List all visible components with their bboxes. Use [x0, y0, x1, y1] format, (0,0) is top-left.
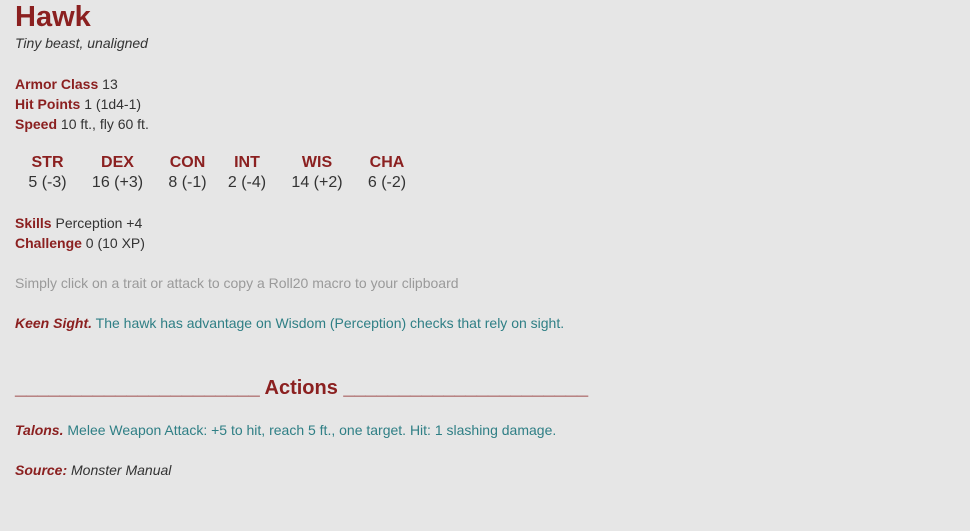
trait-keen-sight[interactable]: Keen Sight. The hawk has advantage on Wi… [15, 313, 955, 333]
ability-value: 16 (+3) [91, 174, 144, 191]
ability-cha: CHA 6 (-2) [358, 153, 416, 193]
source-line: Source: Monster Manual [15, 460, 955, 480]
speed-label: Speed [15, 116, 58, 132]
trait-text: The hawk has advantage on Wisdom (Percep… [95, 315, 565, 331]
monster-type: Tiny beast, unaligned [15, 35, 148, 51]
ability-int: INT 2 (-4) [218, 153, 276, 193]
ability-value: 8 (-1) [168, 174, 207, 191]
ability-dex: DEX 16 (+3) [78, 153, 157, 193]
stat-block: Hawk Tiny beast, unaligned Armor Class 1… [0, 0, 970, 480]
armor-class-label: Armor Class [15, 76, 99, 92]
clipboard-hint: Simply click on a trait or attack to cop… [15, 275, 459, 291]
source-value: Monster Manual [71, 462, 172, 478]
ability-name: DEX [101, 154, 134, 171]
skills-line: Skills Perception +4 [15, 213, 955, 233]
ability-name: WIS [301, 154, 333, 171]
ability-name: STR [31, 154, 64, 171]
skills-value: Perception +4 [55, 215, 143, 231]
actions-heading: ______________________ Actions _________… [15, 377, 589, 399]
extra-stats: Skills Perception +4 Challenge 0 (10 XP) [15, 213, 955, 253]
speed-line: Speed 10 ft., fly 60 ft. [15, 114, 955, 134]
ability-name: CON [169, 154, 206, 171]
action-talons[interactable]: Talons. Melee Weapon Attack: +5 to hit, … [15, 420, 955, 440]
ability-con: CON 8 (-1) [157, 153, 218, 193]
ability-value: 6 (-2) [367, 174, 407, 191]
hit-points-value: 1 (1d4-1) [84, 96, 142, 112]
armor-class-line: Armor Class 13 [15, 74, 955, 94]
challenge-label: Challenge [15, 235, 82, 251]
ability-str: STR 5 (-3) [17, 153, 78, 193]
armor-class-value: 13 [102, 76, 118, 92]
speed-value: 10 ft., fly 60 ft. [60, 116, 149, 132]
hit-points-label: Hit Points [15, 96, 81, 112]
ability-name: INT [234, 154, 260, 171]
monster-name: Hawk [15, 1, 91, 33]
ability-value: 5 (-3) [28, 174, 67, 191]
hit-points-line: Hit Points 1 (1d4-1) [15, 94, 955, 114]
core-stats: Armor Class 13 Hit Points 1 (1d4-1) Spee… [15, 74, 955, 134]
ability-name: CHA [369, 154, 405, 171]
ability-scores: STR 5 (-3) DEX 16 (+3) CON 8 (-1) INT 2 … [17, 153, 955, 193]
skills-label: Skills [15, 215, 52, 231]
source-label: Source: [15, 462, 68, 478]
action-name: Talons. [15, 422, 64, 438]
challenge-value: 0 (10 XP) [85, 235, 145, 251]
challenge-line: Challenge 0 (10 XP) [15, 233, 955, 253]
ability-value: 2 (-4) [227, 174, 267, 191]
action-text: Melee Weapon Attack: +5 to hit, reach 5 … [67, 422, 557, 438]
trait-name: Keen Sight. [15, 315, 93, 331]
ability-wis: WIS 14 (+2) [276, 153, 358, 193]
ability-value: 14 (+2) [291, 174, 343, 191]
